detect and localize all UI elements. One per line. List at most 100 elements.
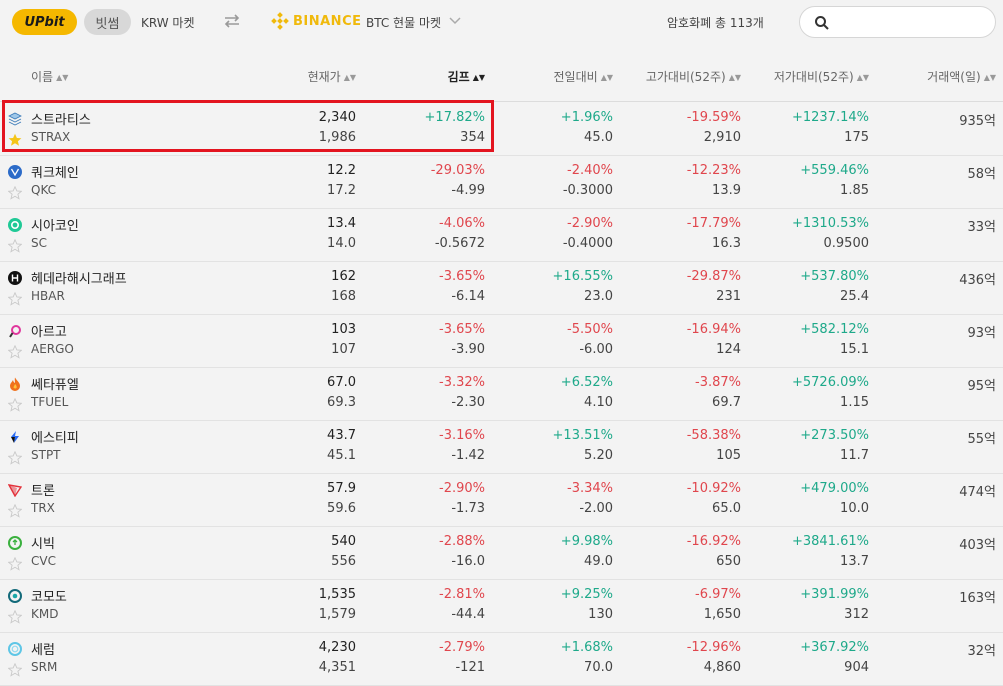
favorite-star-icon[interactable] — [7, 185, 23, 200]
cvc-icon — [8, 535, 22, 550]
column-kimp[interactable]: 김프 ▲▼ — [448, 68, 485, 85]
volume-value: 32억 — [967, 644, 996, 659]
column-low[interactable]: 저가대비(52주) ▲▼ — [774, 68, 869, 85]
krw-market-label[interactable]: KRW 마켓 — [141, 14, 194, 31]
column-high[interactable]: 고가대비(52주) ▲▼ — [646, 68, 741, 85]
top-bar: UPbit 빗썸 KRW 마켓 BINANCE BTC 현물 마켓 암호화폐 총… — [0, 0, 1003, 46]
high52-value: 105 — [716, 448, 741, 463]
coin-name[interactable]: 트론 — [31, 480, 55, 499]
volume-value: 403억 — [959, 538, 996, 553]
coin-symbol: CVC — [31, 554, 56, 568]
column-price-label: 현재가 — [307, 70, 341, 84]
kimp-percent: -29.03% — [430, 163, 485, 178]
table-row[interactable]: 세럼 SRM 4,230 4,351 -2.79% -121 +1.68% 70.0 -12.9… — [0, 632, 1003, 686]
bithumb-button[interactable]: 빗썸 — [84, 9, 131, 35]
kimp-diff: -6.14 — [451, 289, 485, 304]
swap-icon[interactable] — [222, 11, 242, 31]
day-change-percent: -5.50% — [567, 322, 613, 337]
kimp-diff: -1.73 — [451, 501, 485, 516]
coin-symbol: TFUEL — [31, 395, 69, 409]
coin-name[interactable]: 헤데라해시그래프 — [31, 268, 127, 287]
favorite-star-icon[interactable] — [7, 238, 23, 253]
hbar-icon — [8, 270, 22, 285]
table-row[interactable]: 시빅 CVC 540 556 -2.88% -16.0 +9.98% 49.0 -16.92% 6… — [0, 526, 1003, 580]
coin-name[interactable]: 에스티피 — [31, 427, 79, 446]
highlight-box — [2, 100, 494, 152]
day-change-percent: -2.40% — [567, 163, 613, 178]
table-row[interactable]: 시아코인 SC 13.4 14.0 -4.06% -0.5672 -2.90% -0.4000… — [0, 208, 1003, 262]
table-row[interactable]: 에스티피 STPT 43.7 45.1 -3.16% -1.42 +13.51% 5.20 -5… — [0, 420, 1003, 474]
day-change-percent: +6.52% — [560, 375, 613, 390]
coin-name[interactable]: 시아코인 — [31, 215, 79, 234]
kimp-percent: -3.65% — [439, 322, 485, 337]
volume-value: 93억 — [967, 326, 996, 341]
favorite-star-icon[interactable] — [7, 662, 23, 677]
binance-price: 59.6 — [327, 501, 356, 516]
sort-icon: ▲▼ — [983, 73, 996, 82]
low52-value: 10.0 — [840, 501, 869, 516]
day-change-value: 4.10 — [584, 395, 613, 410]
coin-name[interactable]: 쿼크체인 — [31, 162, 79, 181]
day-change-percent: -3.34% — [567, 481, 613, 496]
coin-name[interactable]: 쎄타퓨엘 — [31, 374, 79, 393]
column-volume[interactable]: 거래액(일) ▲▼ — [927, 68, 996, 85]
column-day[interactable]: 전일대비 ▲▼ — [554, 68, 613, 85]
current-price: 43.7 — [327, 428, 356, 443]
high52-percent: -19.59% — [686, 110, 741, 125]
table-row[interactable]: 아르고 AERGO 103 107 -3.65% -3.90 -5.50% -6.00 -16.… — [0, 314, 1003, 368]
binance-price: 45.1 — [327, 448, 356, 463]
favorite-star-icon[interactable] — [7, 609, 23, 624]
table-row[interactable]: 코모도 KMD 1,535 1,579 -2.81% -44.4 +9.25% 130 -6.9… — [0, 579, 1003, 633]
high52-percent: -58.38% — [686, 428, 741, 443]
volume-value: 95억 — [967, 379, 996, 394]
high52-percent: -12.96% — [686, 640, 741, 655]
coin-name[interactable]: 코모도 — [31, 586, 67, 605]
coin-name[interactable]: 시빅 — [31, 533, 55, 552]
sort-icon: ▲▼ — [56, 73, 69, 82]
upbit-logo-button[interactable]: UPbit — [12, 9, 77, 35]
kimp-diff: -0.5672 — [434, 236, 485, 251]
search-box[interactable] — [799, 6, 996, 38]
high52-value: 16.3 — [712, 236, 741, 251]
favorite-star-icon[interactable] — [7, 344, 23, 359]
table-row[interactable]: 쎄타퓨엘 TFUEL 67.0 69.3 -3.32% -2.30 +6.52% 4.10 -3… — [0, 367, 1003, 421]
day-change-value: -0.4000 — [562, 236, 613, 251]
favorite-star-icon[interactable] — [7, 291, 23, 306]
favorite-star-icon[interactable] — [7, 556, 23, 571]
low52-percent: +582.12% — [800, 322, 869, 337]
low52-value: 175 — [844, 130, 869, 145]
table-row[interactable]: 쿼크체인 QKC 12.2 17.2 -29.03% -4.99 -2.40% -0.3000… — [0, 155, 1003, 209]
column-name[interactable]: 이름 ▲▼ — [31, 68, 68, 85]
kimp-diff: -44.4 — [451, 607, 485, 622]
favorite-star-icon[interactable] — [7, 503, 23, 518]
table-row[interactable]: 트론 TRX 57.9 59.6 -2.90% -1.73 -3.34% -2.00 -10.9… — [0, 473, 1003, 527]
kimp-diff: -1.42 — [451, 448, 485, 463]
low52-percent: +273.50% — [800, 428, 869, 443]
high52-percent: -6.97% — [695, 587, 741, 602]
search-input[interactable] — [838, 12, 990, 34]
high52-value: 13.9 — [712, 183, 741, 198]
table-row[interactable]: 헤데라해시그래프 HBAR 162 168 -3.65% -6.14 +16.55% 23.0… — [0, 261, 1003, 315]
high52-value: 69.7 — [712, 395, 741, 410]
search-icon[interactable] — [814, 15, 830, 31]
column-price[interactable]: 현재가 ▲▼ — [308, 68, 356, 85]
day-change-percent: +9.25% — [560, 587, 613, 602]
column-kimp-label: 김프 — [447, 70, 470, 84]
day-change-value: 5.20 — [584, 448, 613, 463]
binance-label: BINANCE — [293, 13, 362, 29]
coin-name[interactable]: 아르고 — [31, 321, 67, 340]
high52-value: 650 — [716, 554, 741, 569]
low52-value: 13.7 — [840, 554, 869, 569]
favorite-star-icon[interactable] — [7, 397, 23, 412]
coin-name[interactable]: 세럼 — [31, 639, 55, 658]
high52-percent: -10.92% — [686, 481, 741, 496]
aergo-icon — [8, 323, 22, 338]
kimp-percent: -4.06% — [439, 216, 485, 231]
low52-percent: +5726.09% — [791, 375, 869, 390]
binance-logo-button[interactable]: BINANCE — [271, 12, 362, 30]
current-price: 4,230 — [318, 640, 356, 655]
chevron-down-icon[interactable] — [448, 13, 462, 27]
binance-icon — [271, 12, 289, 30]
btc-market-label[interactable]: BTC 현물 마켓 — [366, 14, 441, 31]
favorite-star-icon[interactable] — [7, 450, 23, 465]
